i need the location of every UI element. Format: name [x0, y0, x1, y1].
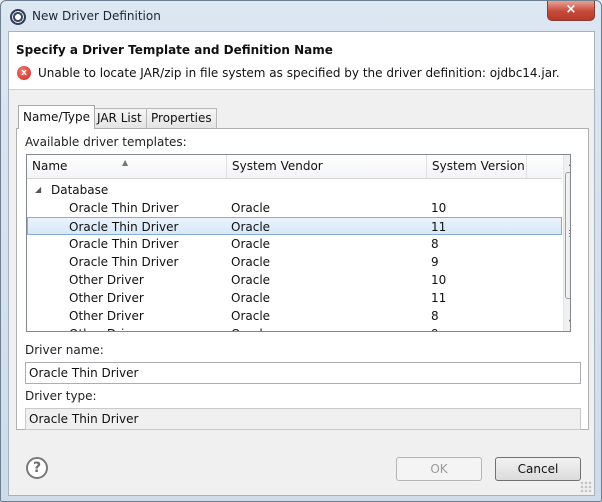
templates-label: Available driver templates:	[25, 135, 187, 149]
driver-name-label: Driver name:	[25, 343, 104, 357]
close-button[interactable]: ×	[547, 1, 595, 21]
window-title: New Driver Definition	[32, 9, 161, 23]
row-name-cell: Oracle Thin Driver	[69, 255, 179, 269]
row-name-cell: Oracle Thin Driver	[69, 220, 179, 234]
row-name-cell: Oracle Thin Driver	[69, 237, 179, 251]
table-row[interactable]: Other Driver Oracle 8	[27, 307, 562, 325]
row-name-cell: Other Driver	[69, 273, 144, 287]
dialog-body: Specify a Driver Template and Definition…	[8, 31, 595, 496]
help-icon[interactable]: ?	[26, 457, 48, 479]
cancel-button[interactable]: Cancel	[495, 457, 581, 481]
sort-ascending-icon: ▲	[122, 158, 129, 167]
row-name-cell: Oracle Thin Driver	[69, 201, 179, 215]
row-version-cell: 10	[431, 201, 447, 215]
tree-group-label: Database	[51, 183, 109, 197]
table-row[interactable]: Other Driver Oracle 11	[27, 289, 562, 307]
row-vendor-cell: Oracle	[231, 325, 270, 331]
row-version-cell: 11	[431, 220, 447, 234]
error-message: Unable to locate JAR/zip in file system …	[38, 66, 560, 80]
scroll-thumb[interactable]	[565, 172, 570, 299]
table-row[interactable]: Other Driver Oracle 10	[27, 271, 562, 289]
tab-panel-name-type: Available driver templates: Name ▲ Syste…	[16, 128, 589, 430]
row-name-cell: Other Driver	[69, 291, 144, 305]
scroll-grip-icon	[569, 230, 570, 237]
ok-button[interactable]: OK	[396, 457, 482, 481]
app-icon	[10, 9, 26, 25]
title-bar[interactable]: New Driver Definition ×	[1, 1, 601, 31]
row-vendor-cell: Oracle	[231, 273, 271, 287]
row-version-cell: 10	[431, 273, 447, 287]
table-row[interactable]: Other Driver Oracle 9	[27, 325, 562, 331]
scroll-up-icon[interactable]: ▲	[564, 155, 570, 171]
dialog-window: New Driver Definition × Specify a Driver…	[0, 0, 602, 502]
tab-name-type[interactable]: Name/Type	[18, 105, 96, 129]
page-title: Specify a Driver Template and Definition…	[16, 43, 333, 57]
column-header-name[interactable]: Name ▲	[27, 155, 227, 178]
table-row[interactable]: Oracle Thin Driver Oracle 8	[27, 235, 562, 253]
scroll-down-icon[interactable]: ▼	[564, 315, 570, 331]
table-row[interactable]: Oracle Thin Driver Oracle 10	[27, 199, 562, 217]
table-row[interactable]: Oracle Thin Driver Oracle 11	[27, 217, 562, 235]
error-icon: x	[17, 66, 31, 80]
row-version-cell: 8	[431, 237, 439, 251]
row-version-cell: 9	[431, 325, 439, 331]
column-header-label: Name	[32, 159, 68, 173]
column-header-vendor[interactable]: System Vendor	[227, 155, 427, 178]
tree-expander-icon[interactable]: ◢	[35, 181, 41, 199]
resize-grip-icon[interactable]	[580, 481, 592, 493]
driver-type-field: Oracle Thin Driver	[25, 408, 581, 430]
tree-header: Name ▲ System Vendor System Version	[27, 155, 562, 179]
tab-properties[interactable]: Properties	[146, 108, 217, 128]
row-vendor-cell: Oracle	[231, 309, 271, 323]
row-vendor-cell: Oracle	[231, 237, 271, 251]
row-version-cell: 11	[431, 291, 447, 305]
row-vendor-cell: Oracle	[231, 255, 271, 269]
row-vendor-cell: Oracle	[231, 291, 271, 305]
row-vendor-cell: Oracle	[231, 201, 271, 215]
row-vendor-cell: Oracle	[231, 220, 271, 234]
tab-jar-list[interactable]: JAR List	[92, 108, 147, 128]
driver-type-label: Driver type:	[25, 389, 97, 403]
driver-name-input[interactable]: Oracle Thin Driver	[25, 362, 581, 384]
row-version-cell: 9	[431, 255, 439, 269]
tree-scrollbar[interactable]: ▲ ▼	[563, 155, 570, 331]
row-name-cell: Other Driver	[69, 309, 144, 323]
table-row[interactable]: Oracle Thin Driver Oracle 9	[27, 253, 562, 271]
driver-templates-tree[interactable]: Name ▲ System Vendor System Version ◢ Da…	[26, 154, 571, 332]
tree-group-database[interactable]: ◢ Database	[27, 181, 562, 199]
row-version-cell: 8	[431, 309, 439, 323]
row-name-cell: Other Driver	[69, 325, 144, 331]
header-banner: Specify a Driver Template and Definition…	[9, 32, 594, 90]
column-header-version[interactable]: System Version	[427, 155, 527, 178]
